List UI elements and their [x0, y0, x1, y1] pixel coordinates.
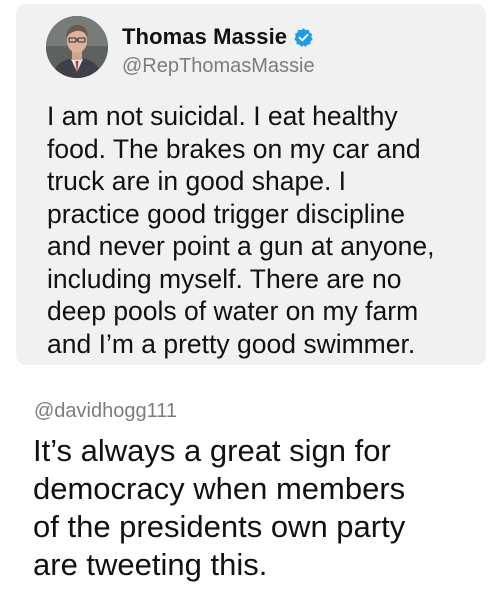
verified-badge-icon [293, 27, 314, 48]
avatar-photo [46, 16, 108, 78]
quoted-tweet-text: I am not suicidal. I eat healthy food. T… [47, 101, 435, 359]
author-handle[interactable]: @RepThomasMassie [122, 55, 315, 78]
quoted-tweet-card[interactable]: Thomas Massie @RepThomasMassie I am not … [16, 4, 486, 365]
reply-author-handle[interactable]: @davidhogg111 [34, 400, 177, 423]
author-display-name[interactable]: Thomas Massie [122, 24, 287, 50]
author-name-row: Thomas Massie [122, 24, 314, 50]
reply-text: It’s always a great sign for democracy w… [33, 433, 406, 582]
avatar[interactable] [46, 16, 108, 78]
